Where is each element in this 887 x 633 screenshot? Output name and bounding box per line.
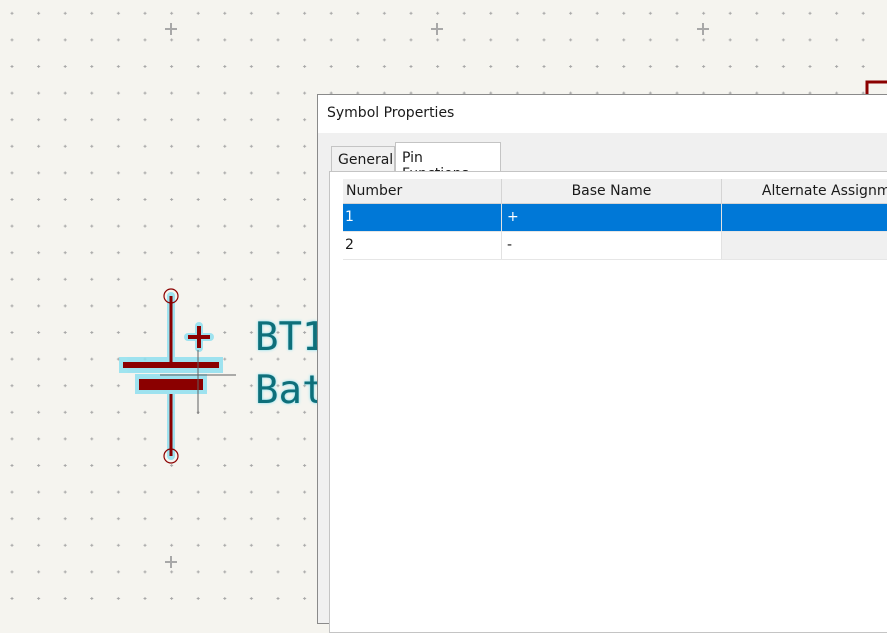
table-row[interactable]: 1 + <box>343 204 887 232</box>
column-header-base-name[interactable]: Base Name <box>502 179 722 203</box>
grid-header: Number Base Name Alternate Assignme <box>343 179 887 204</box>
pin-functions-panel: Number Base Name Alternate Assignme 1 + … <box>329 171 887 633</box>
column-header-number[interactable]: Number <box>343 179 502 203</box>
pin-number-cell[interactable]: 1 <box>343 204 502 231</box>
pin-functions-grid: Number Base Name Alternate Assignme 1 + … <box>343 179 887 260</box>
pin-base-name-cell[interactable]: + <box>502 204 722 231</box>
tab-pin-functions[interactable]: Pin Functions <box>395 142 501 182</box>
dialog-body: General Pin Functions Number Base Name A… <box>318 133 887 633</box>
reference-label[interactable]: BT1 <box>255 318 325 357</box>
pin-base-name-cell[interactable]: - <box>502 232 722 259</box>
table-row[interactable]: 2 - <box>343 232 887 260</box>
dialog-title: Symbol Properties <box>327 105 455 121</box>
value-label[interactable]: Bat <box>255 371 325 410</box>
symbol-properties-dialog: Symbol Properties General Pin Functions … <box>317 94 887 633</box>
battery-plate-short <box>139 379 203 390</box>
tab-general[interactable]: General <box>331 146 395 171</box>
battery-plate-long <box>123 362 219 368</box>
pin-number-cell[interactable]: 2 <box>343 232 502 259</box>
pin-alternate-cell[interactable] <box>722 204 887 231</box>
dialog-titlebar[interactable]: Symbol Properties <box>318 95 887 133</box>
column-header-alternate-assignment[interactable]: Alternate Assignme <box>722 179 887 203</box>
pin-alternate-cell[interactable] <box>722 232 887 259</box>
